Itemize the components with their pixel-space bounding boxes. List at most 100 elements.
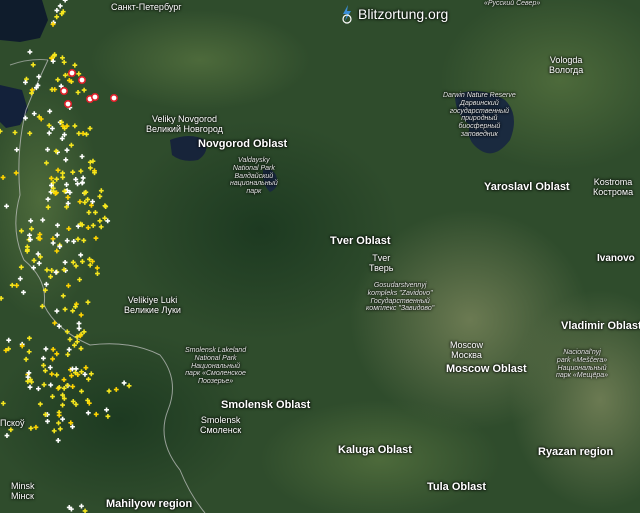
lightning-strike-marker (81, 238, 87, 243)
lightning-strike-marker (23, 356, 29, 362)
lightning-strike-marker (60, 402, 65, 408)
lightning-strike-marker (41, 363, 46, 368)
city-label: Kostroma Кострома (593, 177, 634, 198)
lightning-strike-marker (80, 175, 86, 181)
region-label: Yaroslavl Oblast (484, 181, 570, 193)
lightning-strike-marker (73, 176, 79, 182)
lightning-strike-marker (0, 295, 4, 301)
lightning-strike-marker (70, 308, 76, 314)
lightning-strike-marker (31, 111, 37, 117)
lightning-strike-marker (65, 194, 71, 200)
park-label: «Русский Север» (484, 0, 541, 7)
recent-strike-circle (110, 94, 119, 103)
lightning-strike-marker (82, 508, 88, 513)
lightning-strike-marker (31, 265, 37, 271)
lightning-strike-marker (0, 175, 6, 180)
lightning-strike-marker (78, 168, 84, 174)
lightning-strike-marker (46, 123, 52, 128)
lightning-strike-marker (54, 14, 60, 20)
lightning-strike-marker (14, 147, 20, 153)
lightning-strike-marker (77, 199, 83, 205)
lightning-strike-marker (82, 200, 88, 205)
lightning-strike-marker (45, 147, 50, 152)
lightning-strike-marker (21, 289, 26, 295)
lightning-strike-marker (47, 108, 53, 114)
lightning-strike-marker (54, 232, 60, 238)
brand-header[interactable]: Blitzortung.org (340, 4, 448, 24)
lightning-strike-marker (71, 239, 77, 244)
lightning-strike-marker (80, 259, 85, 264)
lightning-strike-marker (54, 176, 60, 182)
region-label: Mahilyow region (106, 498, 193, 510)
lightning-strike-marker (63, 157, 69, 163)
lightning-strike-marker (54, 248, 60, 254)
lightning-strike-marker (75, 89, 81, 95)
park-label: Nacional'nyj park «Meščera» Национальный… (556, 349, 609, 380)
lightning-strike-marker (76, 326, 82, 331)
lightning-strike-marker (85, 225, 91, 231)
lightning-strike-marker (45, 204, 51, 210)
lightning-strike-marker (55, 77, 61, 83)
lightning-strike-marker (93, 411, 99, 417)
lightning-strike-marker (105, 218, 111, 224)
lightning-strike-marker (57, 3, 63, 9)
lightning-strike-marker (19, 228, 24, 234)
lightning-strike-marker (56, 412, 62, 418)
lightning-strike-marker (79, 154, 85, 159)
lightning-strike-marker (87, 165, 93, 171)
lightning-strike-marker (46, 130, 52, 136)
lightning-strike-marker (81, 87, 87, 93)
lightning-strike-marker (60, 416, 66, 422)
lightning-map[interactable]: Blitzortung.org Novgorod Oblast Yaroslav… (0, 0, 640, 513)
lightning-strike-marker (27, 49, 33, 55)
park-label: Gosudarstvennyj kompleks "Zavidovo" Госу… (366, 282, 435, 313)
lightning-strike-marker (9, 282, 15, 288)
lightning-strike-marker (17, 276, 23, 282)
lightning-strike-marker (70, 169, 76, 175)
lightning-strike-marker (78, 252, 84, 258)
lightning-strike-marker (106, 388, 112, 394)
lightning-strike-marker (55, 438, 61, 443)
lightning-strike-marker (48, 382, 54, 388)
city-label: Санкт-Петербург (111, 2, 182, 12)
lightning-strike-marker (83, 365, 89, 371)
lightning-strike-marker (50, 347, 56, 352)
city-label: Veliky Novgorod Великий Новгород (146, 114, 223, 135)
city-label: Ivanovo (597, 253, 635, 264)
lightning-strike-marker (42, 287, 48, 293)
lightning-strike-marker (4, 433, 10, 438)
city-label: Velikiye Luki Великие Луки (124, 295, 181, 316)
lightning-strike-marker (93, 210, 98, 215)
city-label: Пскоў (0, 418, 25, 428)
lightning-strike-marker (55, 222, 60, 228)
region-label: Tver Oblast (330, 235, 391, 247)
lightning-strike-marker (79, 369, 84, 375)
lightning-strike-marker (61, 385, 67, 391)
lightning-strike-marker (57, 426, 63, 432)
lightning-strike-marker (79, 388, 84, 394)
lightning-strike-marker (36, 260, 42, 266)
lightning-strike-marker (64, 382, 70, 388)
lightning-strike-marker (48, 274, 53, 280)
lightning-strike-marker (60, 170, 66, 176)
lightning-strike-marker (31, 258, 37, 263)
city-label: Smolensk Смоленск (200, 415, 242, 436)
lightning-strike-marker (70, 259, 76, 265)
lightning-strike-marker (121, 380, 127, 386)
lightning-strike-marker (27, 384, 33, 390)
lightning-strike-marker (50, 236, 56, 242)
recent-strike-circle (78, 76, 87, 85)
region-label: Kaluga Oblast (338, 444, 412, 456)
lightning-strike-marker (43, 346, 49, 352)
city-label: Minsk Мінск (11, 481, 35, 502)
city-label: Vologda Вологда (549, 55, 584, 76)
lightning-strike-marker (60, 55, 65, 61)
lightning-strike-marker (64, 329, 70, 335)
lightning-strike-marker (98, 188, 104, 194)
lightning-strike-marker (102, 203, 108, 209)
lightning-strike-marker (94, 265, 100, 271)
lightning-strike-marker (97, 194, 103, 199)
lightning-strike-marker (65, 352, 71, 357)
lightning-strike-marker (102, 215, 108, 221)
city-label: Tver Тверь (369, 253, 394, 274)
